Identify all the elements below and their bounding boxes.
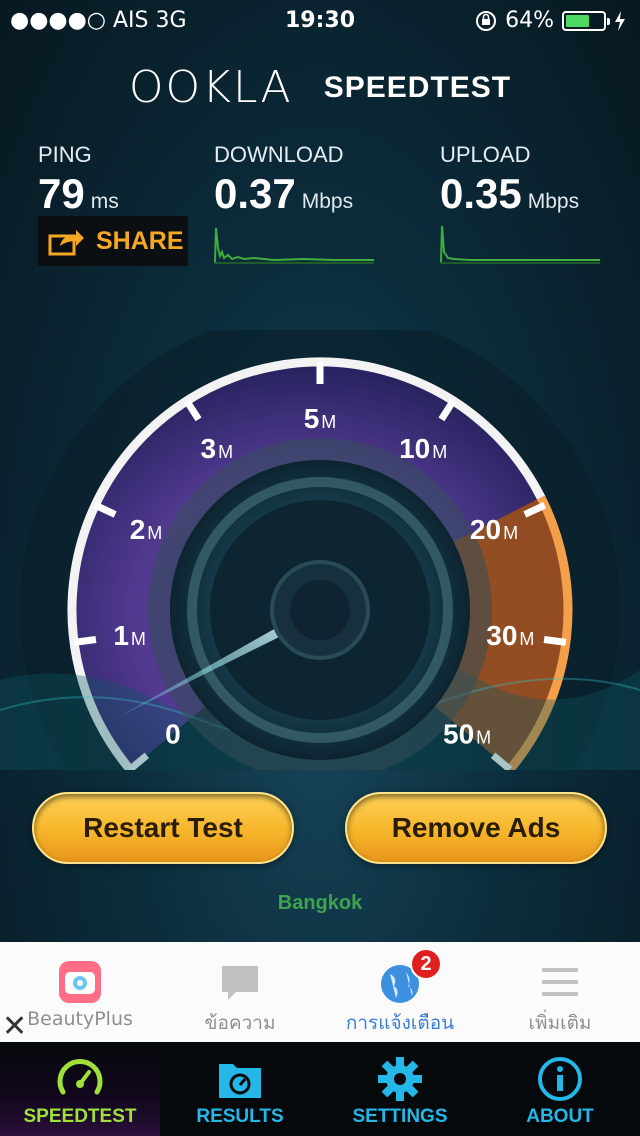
upload-graph bbox=[440, 225, 600, 264]
status-bar: ●●●●○ AIS 3G 19:30 64% bbox=[0, 0, 640, 40]
ping-metric: PING 79 ms bbox=[38, 142, 119, 218]
ad-item-label: การแจ้งเตือน bbox=[345, 1012, 455, 1034]
gauge-tick-label: 0 bbox=[165, 718, 181, 749]
share-icon bbox=[48, 230, 84, 256]
ping-value: 79 bbox=[38, 170, 85, 217]
upload-value: 0.35 bbox=[440, 170, 522, 217]
speed-gauge: 01 M2 M3 M5 M10 M20 M30 M50 M bbox=[0, 330, 640, 770]
battery-icon bbox=[562, 10, 610, 31]
info-icon bbox=[538, 1057, 582, 1101]
camera-app-icon bbox=[59, 961, 101, 1003]
tab-results[interactable]: RESULTS bbox=[160, 1042, 320, 1136]
share-button[interactable]: SHARE bbox=[38, 216, 188, 266]
chat-bubble-icon bbox=[222, 966, 258, 1000]
gauge-icon bbox=[57, 1059, 103, 1095]
share-label: SHARE bbox=[96, 226, 184, 255]
tab-label: ABOUT bbox=[526, 1106, 594, 1127]
ad-close-icon[interactable]: ✕ bbox=[2, 1012, 27, 1042]
menu-icon bbox=[542, 968, 578, 996]
tab-about[interactable]: ABOUT bbox=[480, 1042, 640, 1136]
ad-item-messages[interactable]: ข้อความ bbox=[160, 942, 320, 1042]
rotation-lock-icon bbox=[476, 10, 497, 31]
status-right: 64% bbox=[475, 8, 626, 33]
upload-label: UPLOAD bbox=[440, 142, 531, 167]
ad-item-label: เพิ่มเติม bbox=[528, 1012, 592, 1034]
ad-item-notifications[interactable]: 2 การแจ้งเตือน bbox=[320, 942, 480, 1042]
tab-settings[interactable]: SETTINGS bbox=[320, 1042, 480, 1136]
download-metric: DOWNLOAD 0.37 Mbps bbox=[214, 142, 353, 218]
download-unit: Mbps bbox=[301, 190, 354, 213]
gauge-tick bbox=[543, 636, 567, 646]
tab-bar: SPEEDTEST RESULTS SETTINGS ABOUT bbox=[0, 1042, 640, 1136]
download-value: 0.37 bbox=[214, 170, 296, 217]
charging-bolt-icon bbox=[615, 10, 625, 31]
ping-unit: ms bbox=[90, 190, 119, 213]
gauge-tick bbox=[73, 636, 97, 646]
ad-item-label: ข้อความ bbox=[204, 1012, 276, 1034]
tab-speedtest[interactable]: SPEEDTEST bbox=[0, 1042, 160, 1136]
ookla-logo: OOKLA bbox=[128, 62, 293, 113]
app-title: SPEEDTEST bbox=[323, 70, 512, 104]
ping-label: PING bbox=[38, 142, 92, 167]
download-label: DOWNLOAD bbox=[214, 142, 344, 167]
folder-icon bbox=[219, 1064, 261, 1098]
upload-unit: Mbps bbox=[527, 190, 580, 213]
tab-label: SETTINGS bbox=[352, 1106, 448, 1127]
ad-banner: BeautyPlus ข้อความ 2 การแจ้งเตือน เพิ่มเ… bbox=[0, 942, 640, 1042]
remove-ads-button[interactable]: Remove Ads bbox=[345, 792, 607, 864]
restart-test-button[interactable]: Restart Test bbox=[32, 792, 294, 864]
download-graph bbox=[214, 227, 374, 264]
tab-label: RESULTS bbox=[196, 1106, 284, 1127]
gear-icon bbox=[378, 1057, 422, 1101]
tab-label: SPEEDTEST bbox=[23, 1106, 137, 1127]
brand-header: OOKLA SPEEDTEST bbox=[0, 62, 640, 113]
battery-percent: 64% bbox=[505, 8, 554, 33]
upload-metric: UPLOAD 0.35 Mbps bbox=[440, 142, 579, 218]
server-location: Bangkok bbox=[277, 892, 363, 914]
ad-item-more[interactable]: เพิ่มเติม bbox=[480, 942, 640, 1042]
notification-badge: 2 bbox=[410, 948, 442, 980]
